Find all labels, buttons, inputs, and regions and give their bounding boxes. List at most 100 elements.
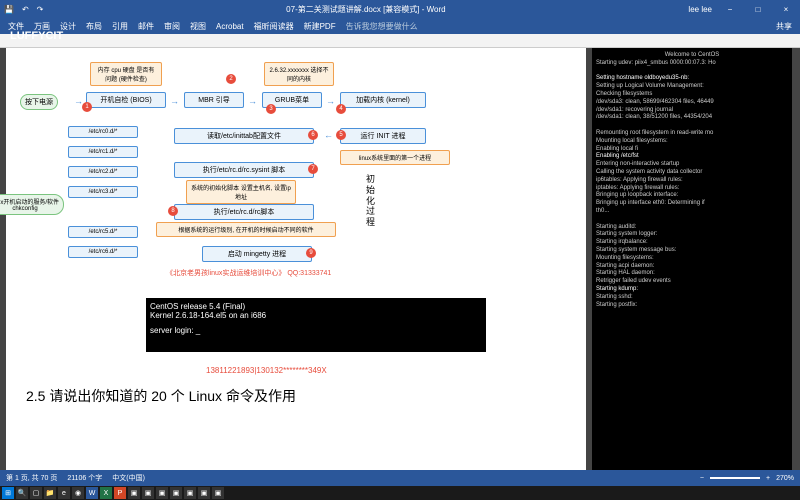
box-inittab: 读取/etc/inittab配置文件	[174, 128, 314, 144]
tell-me[interactable]: 告诉我您想要做什么	[346, 21, 418, 32]
inline-terminal: CentOS release 5.4 (Final) Kernel 2.6.18…	[146, 298, 486, 352]
app-icon[interactable]: ▣	[198, 487, 210, 499]
term-line: Enabling /etc/fst	[596, 153, 788, 161]
step-9: 9	[306, 248, 316, 258]
term-line: th0...	[596, 208, 788, 216]
step-1: 1	[82, 102, 92, 112]
term-line: Starting sshd:	[596, 294, 788, 302]
explorer-icon[interactable]: 📁	[44, 487, 56, 499]
tab-mail[interactable]: 邮件	[138, 21, 154, 32]
search-icon[interactable]: 🔍	[16, 487, 28, 499]
word-count[interactable]: 21106 个字	[67, 473, 102, 483]
footer-training: 《北京老男孩linux实战运维培训中心》 QQ:31333741	[166, 268, 331, 278]
app-icon[interactable]: ▣	[156, 487, 168, 499]
term-line: Welcome to CentOS	[596, 52, 788, 60]
rc-dir-2: /etc/rc2.d/*	[68, 166, 138, 178]
excel-icon[interactable]: X	[100, 487, 112, 499]
box-mingetty: 启动 mingetty 进程	[202, 246, 312, 262]
step-8: 8	[168, 206, 178, 216]
term-line: ip6tables: Applying firewall rules:	[596, 177, 788, 185]
rc-dir-0: /etc/rc0.d/*	[68, 126, 138, 138]
term-line: Entering non-interactive startup	[596, 161, 788, 169]
zoom-out-icon[interactable]: −	[700, 475, 704, 482]
ribbon-toolbar	[0, 34, 800, 48]
rc-dir-3: /etc/rc3.d/*	[68, 186, 138, 198]
rc-dir-1: /etc/rc1.d/*	[68, 146, 138, 158]
windows-taskbar: ⊞ 🔍 ▢ 📁 e ◉ W X P ▣ ▣ ▣ ▣ ▣ ▣ ▣	[0, 486, 800, 500]
redo-icon[interactable]: ↷	[37, 5, 44, 14]
box-rcscript: 执行/etc/rc.d/rc脚本	[174, 204, 314, 220]
term-line: Starting kdump:	[596, 286, 788, 294]
app-icon[interactable]: ▣	[142, 487, 154, 499]
term-line: Setting up Logical Volume Management:	[596, 83, 788, 91]
tab-foxit[interactable]: 福昕阅读器	[254, 21, 294, 32]
app-icon[interactable]: ▣	[184, 487, 196, 499]
tab-acrobat[interactable]: Acrobat	[216, 22, 244, 31]
term-line: Kernel 2.6.18-164.el5 on an i686	[150, 311, 482, 320]
task-view-icon[interactable]: ▢	[30, 487, 42, 499]
term-line: Starting system logger:	[596, 231, 788, 239]
term-line: Mounting filesystems:	[596, 255, 788, 263]
arrow-icon: →	[248, 96, 257, 106]
side-terminal: Welcome to CentOS Starting udev: piix4_s…	[592, 48, 792, 470]
term-line: Calling the system activity data collect…	[596, 169, 788, 177]
term-line: Setting hostname oldboyedu35-nb:	[596, 75, 788, 83]
undo-icon[interactable]: ↶	[22, 5, 29, 14]
document-title: 07-第二关测试题讲解.docx [兼容模式] - Word	[43, 4, 688, 15]
term-line: server login: _	[150, 326, 482, 335]
tab-review[interactable]: 审阅	[164, 21, 180, 32]
term-line: /dev/sda3: clean, 58699/462304 files, 46…	[596, 99, 788, 107]
step-4: 4	[336, 104, 346, 114]
term-line: Starting postfix:	[596, 302, 788, 310]
term-line: CentOS release 5.4 (Final)	[150, 302, 482, 311]
term-line: /dev/sda1: clean, 38/51200 files, 44354/…	[596, 114, 788, 122]
user-name: lee lee	[688, 5, 712, 14]
tab-view[interactable]: 视图	[190, 21, 206, 32]
box-chkconfig: linux开机启动的服务/软件 chkconfig	[0, 194, 64, 215]
box-init: 运行 INIT 进程	[340, 128, 426, 144]
tab-layout[interactable]: 布局	[86, 21, 102, 32]
step-3: 3	[266, 104, 276, 114]
init-process-label: 初始化过程	[366, 174, 378, 228]
document-area: 按下电源 → 开机自检 (BIOS) 内存 cpu 硬盘 是否有问题 (硬件检查…	[0, 48, 800, 470]
powerpoint-icon[interactable]: P	[114, 487, 126, 499]
share-button[interactable]: 共享	[776, 21, 792, 32]
rc-dir-6: /etc/rc6.d/*	[68, 246, 138, 258]
term-line: Starting irqbalance:	[596, 239, 788, 247]
note-bios: 内存 cpu 硬盘 是否有问题 (硬件检查)	[90, 62, 162, 86]
app-icon[interactable]: ▣	[170, 487, 182, 499]
note-rcscript: 根据系统的运行级别, 在开机的时候启动不同的软件	[156, 222, 336, 237]
app-icon[interactable]: ▣	[212, 487, 224, 499]
tab-newpdf[interactable]: 新建PDF	[304, 21, 336, 32]
edge-icon[interactable]: e	[58, 487, 70, 499]
step-7: 7	[308, 164, 318, 174]
maximize-button[interactable]: □	[748, 5, 768, 14]
chrome-icon[interactable]: ◉	[72, 487, 84, 499]
term-line: Bringing up loopback interface:	[596, 192, 788, 200]
note-grub: 2.6.32.xxxxxxx 选择不同的内核	[264, 62, 334, 86]
app-icon[interactable]: ▣	[128, 487, 140, 499]
box-power: 按下电源	[20, 94, 58, 110]
zoom-slider[interactable]	[710, 477, 760, 479]
page-status[interactable]: 第 1 页, 共 70 页	[6, 473, 57, 483]
zoom-level[interactable]: 270%	[776, 475, 794, 482]
term-line: Mounting local filesystems:	[596, 138, 788, 146]
term-line: Starting system message bus:	[596, 247, 788, 255]
zoom-in-icon[interactable]: +	[766, 475, 770, 482]
term-line: Remounting root filesystem in read-write…	[596, 130, 788, 138]
phone-text: 13811221893|130132********349X	[206, 366, 327, 375]
word-icon[interactable]: W	[86, 487, 98, 499]
arrow-icon: →	[170, 96, 179, 106]
save-icon[interactable]: 💾	[4, 5, 14, 14]
ribbon-tabs: 文件 万画 设计 布局 引用 邮件 审阅 视图 Acrobat 福昕阅读器 新建…	[0, 18, 800, 34]
term-line: Starting HAL daemon:	[596, 270, 788, 278]
tab-references[interactable]: 引用	[112, 21, 128, 32]
close-button[interactable]: ×	[776, 5, 796, 14]
section-heading: 2.5 请说出你知道的 20 个 Linux 命令及作用	[26, 386, 296, 406]
term-line: Starting auditd:	[596, 224, 788, 232]
arrow-icon: →	[326, 96, 335, 106]
minimize-button[interactable]: −	[720, 5, 740, 14]
box-sysint: 执行/etc/rc.d/rc.sysint 脚本	[174, 162, 314, 178]
language-status[interactable]: 中文(中国)	[112, 473, 145, 483]
start-button[interactable]: ⊞	[2, 487, 14, 499]
